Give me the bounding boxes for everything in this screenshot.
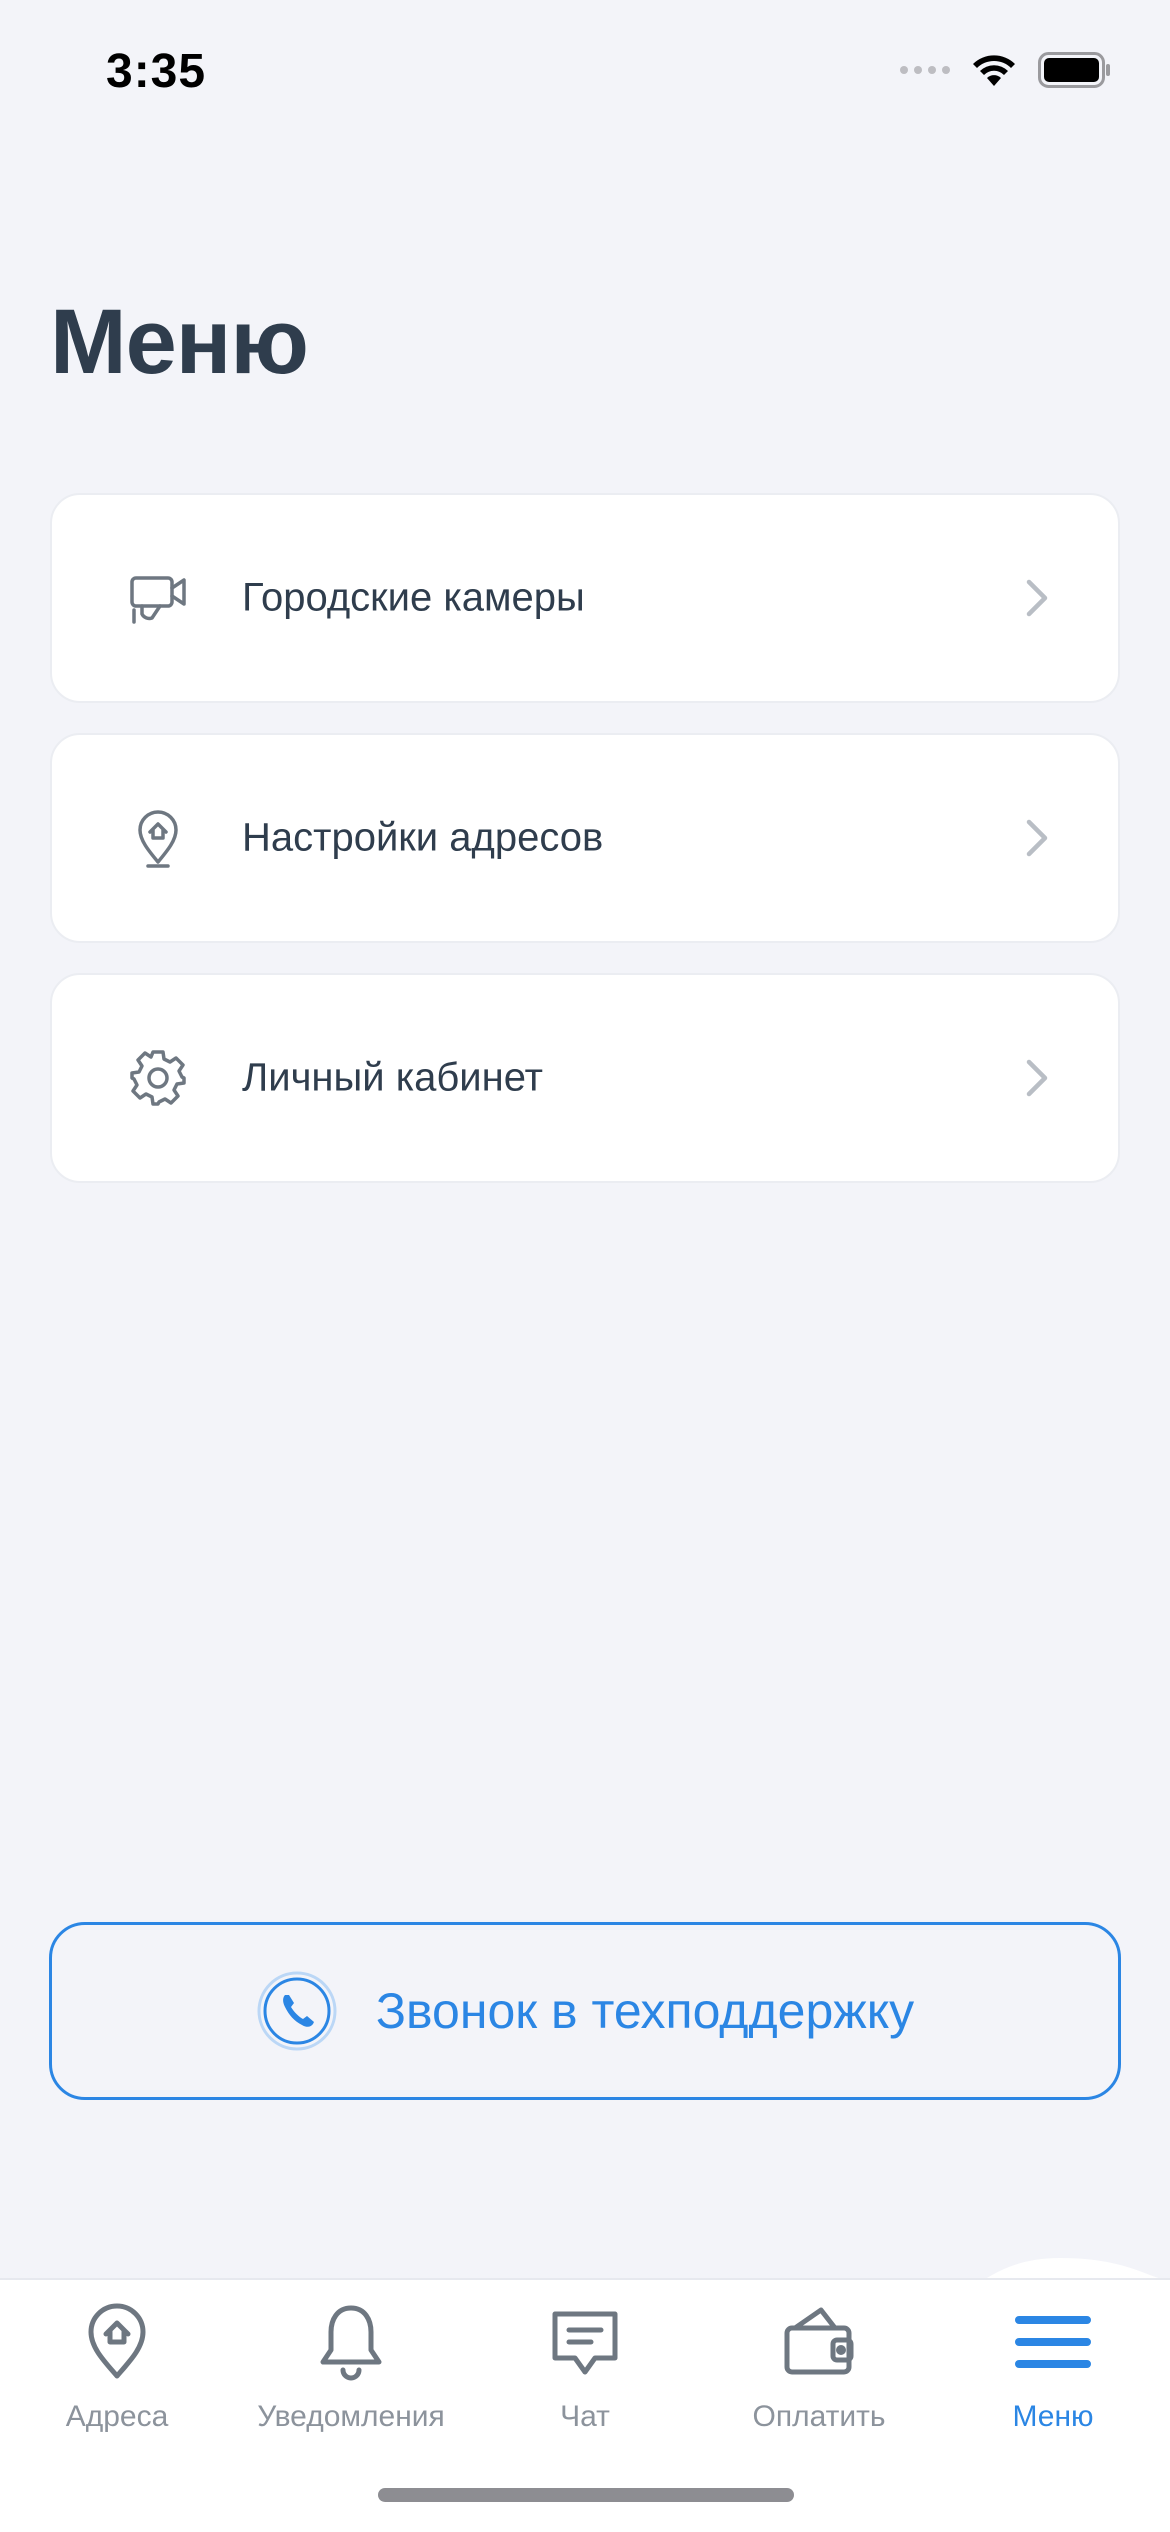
- status-indicators: [900, 52, 1112, 88]
- wifi-icon: [970, 52, 1018, 88]
- camera-icon: [130, 576, 186, 624]
- tab-label: Чат: [560, 2400, 610, 2433]
- menu-item-label: Городские камеры: [242, 575, 585, 620]
- menu-item-personal-account[interactable]: Личный кабинет: [50, 973, 1120, 1183]
- menu-item-city-cameras[interactable]: Городские камеры: [50, 493, 1120, 703]
- tab-label: Меню: [1012, 2400, 1094, 2433]
- support-call-button[interactable]: Звонок в техподдержку: [49, 1922, 1121, 2100]
- wallet-icon: [784, 2307, 854, 2375]
- support-call-label: Звонок в техподдержку: [375, 1983, 915, 2039]
- tab-addresses[interactable]: Адреса: [0, 2300, 234, 2434]
- bell-icon: [320, 2305, 382, 2381]
- status-bar: 3:35: [0, 0, 1170, 150]
- tab-label: Адреса: [65, 2400, 169, 2433]
- tab-label: Уведомления: [257, 2400, 445, 2433]
- location-home-icon: [88, 2303, 146, 2379]
- home-indicator[interactable]: [378, 2488, 794, 2502]
- tab-notifications[interactable]: Уведомления: [234, 2300, 468, 2434]
- chat-icon: [552, 2311, 618, 2375]
- tab-chat[interactable]: Чат: [468, 2300, 702, 2434]
- chevron-right-icon: [1026, 819, 1048, 857]
- menu-item-address-settings[interactable]: Настройки адресов: [50, 733, 1120, 943]
- menu-list: Городские камеры Настройки адресов Личны…: [50, 493, 1120, 1213]
- page-title: Меню: [50, 291, 309, 393]
- menu-item-label: Личный кабинет: [242, 1055, 543, 1100]
- menu-icon: [1015, 2316, 1091, 2368]
- location-home-icon: [138, 810, 178, 868]
- chevron-right-icon: [1026, 1059, 1048, 1097]
- status-time: 3:35: [106, 45, 207, 98]
- chevron-right-icon: [1026, 579, 1048, 617]
- gear-icon: [130, 1050, 186, 1106]
- battery-icon: [1038, 52, 1112, 88]
- tab-label: Оплатить: [752, 2400, 886, 2433]
- tab-pay[interactable]: Оплатить: [702, 2300, 936, 2434]
- tab-menu[interactable]: Меню: [936, 2300, 1170, 2434]
- phone-icon: [257, 1971, 337, 2051]
- cellular-signal-icon: [900, 66, 950, 74]
- menu-item-label: Настройки адресов: [242, 815, 604, 860]
